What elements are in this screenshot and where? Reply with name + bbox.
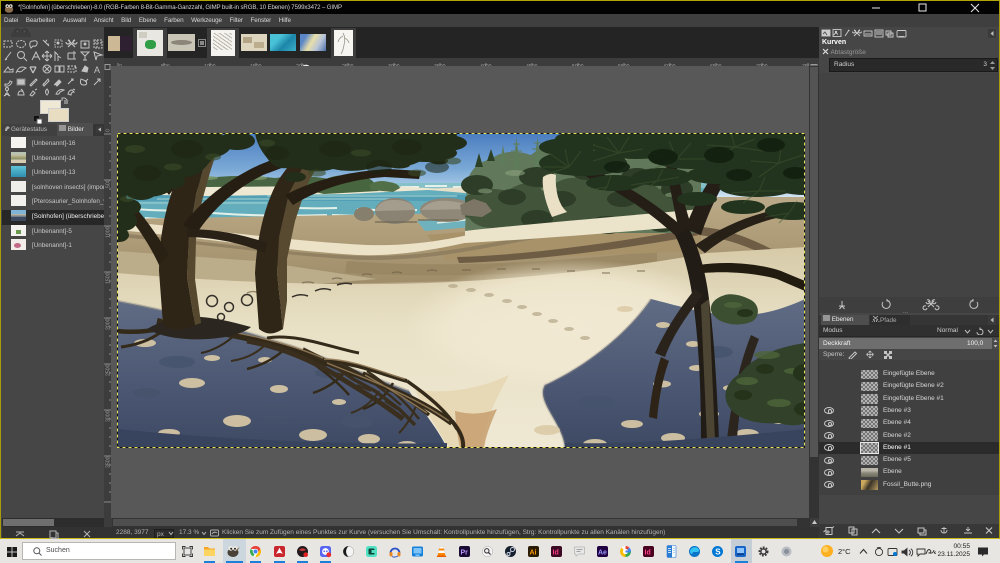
svg-text:Ai: Ai [530, 550, 537, 557]
svg-text:S: S [715, 547, 721, 556]
svg-text:Id: Id [553, 550, 559, 557]
svg-text:Id: Id [645, 550, 651, 557]
svg-text:Pr: Pr [461, 550, 469, 557]
svg-text:Ae: Ae [598, 550, 607, 557]
svg-text:A: A [94, 65, 100, 75]
